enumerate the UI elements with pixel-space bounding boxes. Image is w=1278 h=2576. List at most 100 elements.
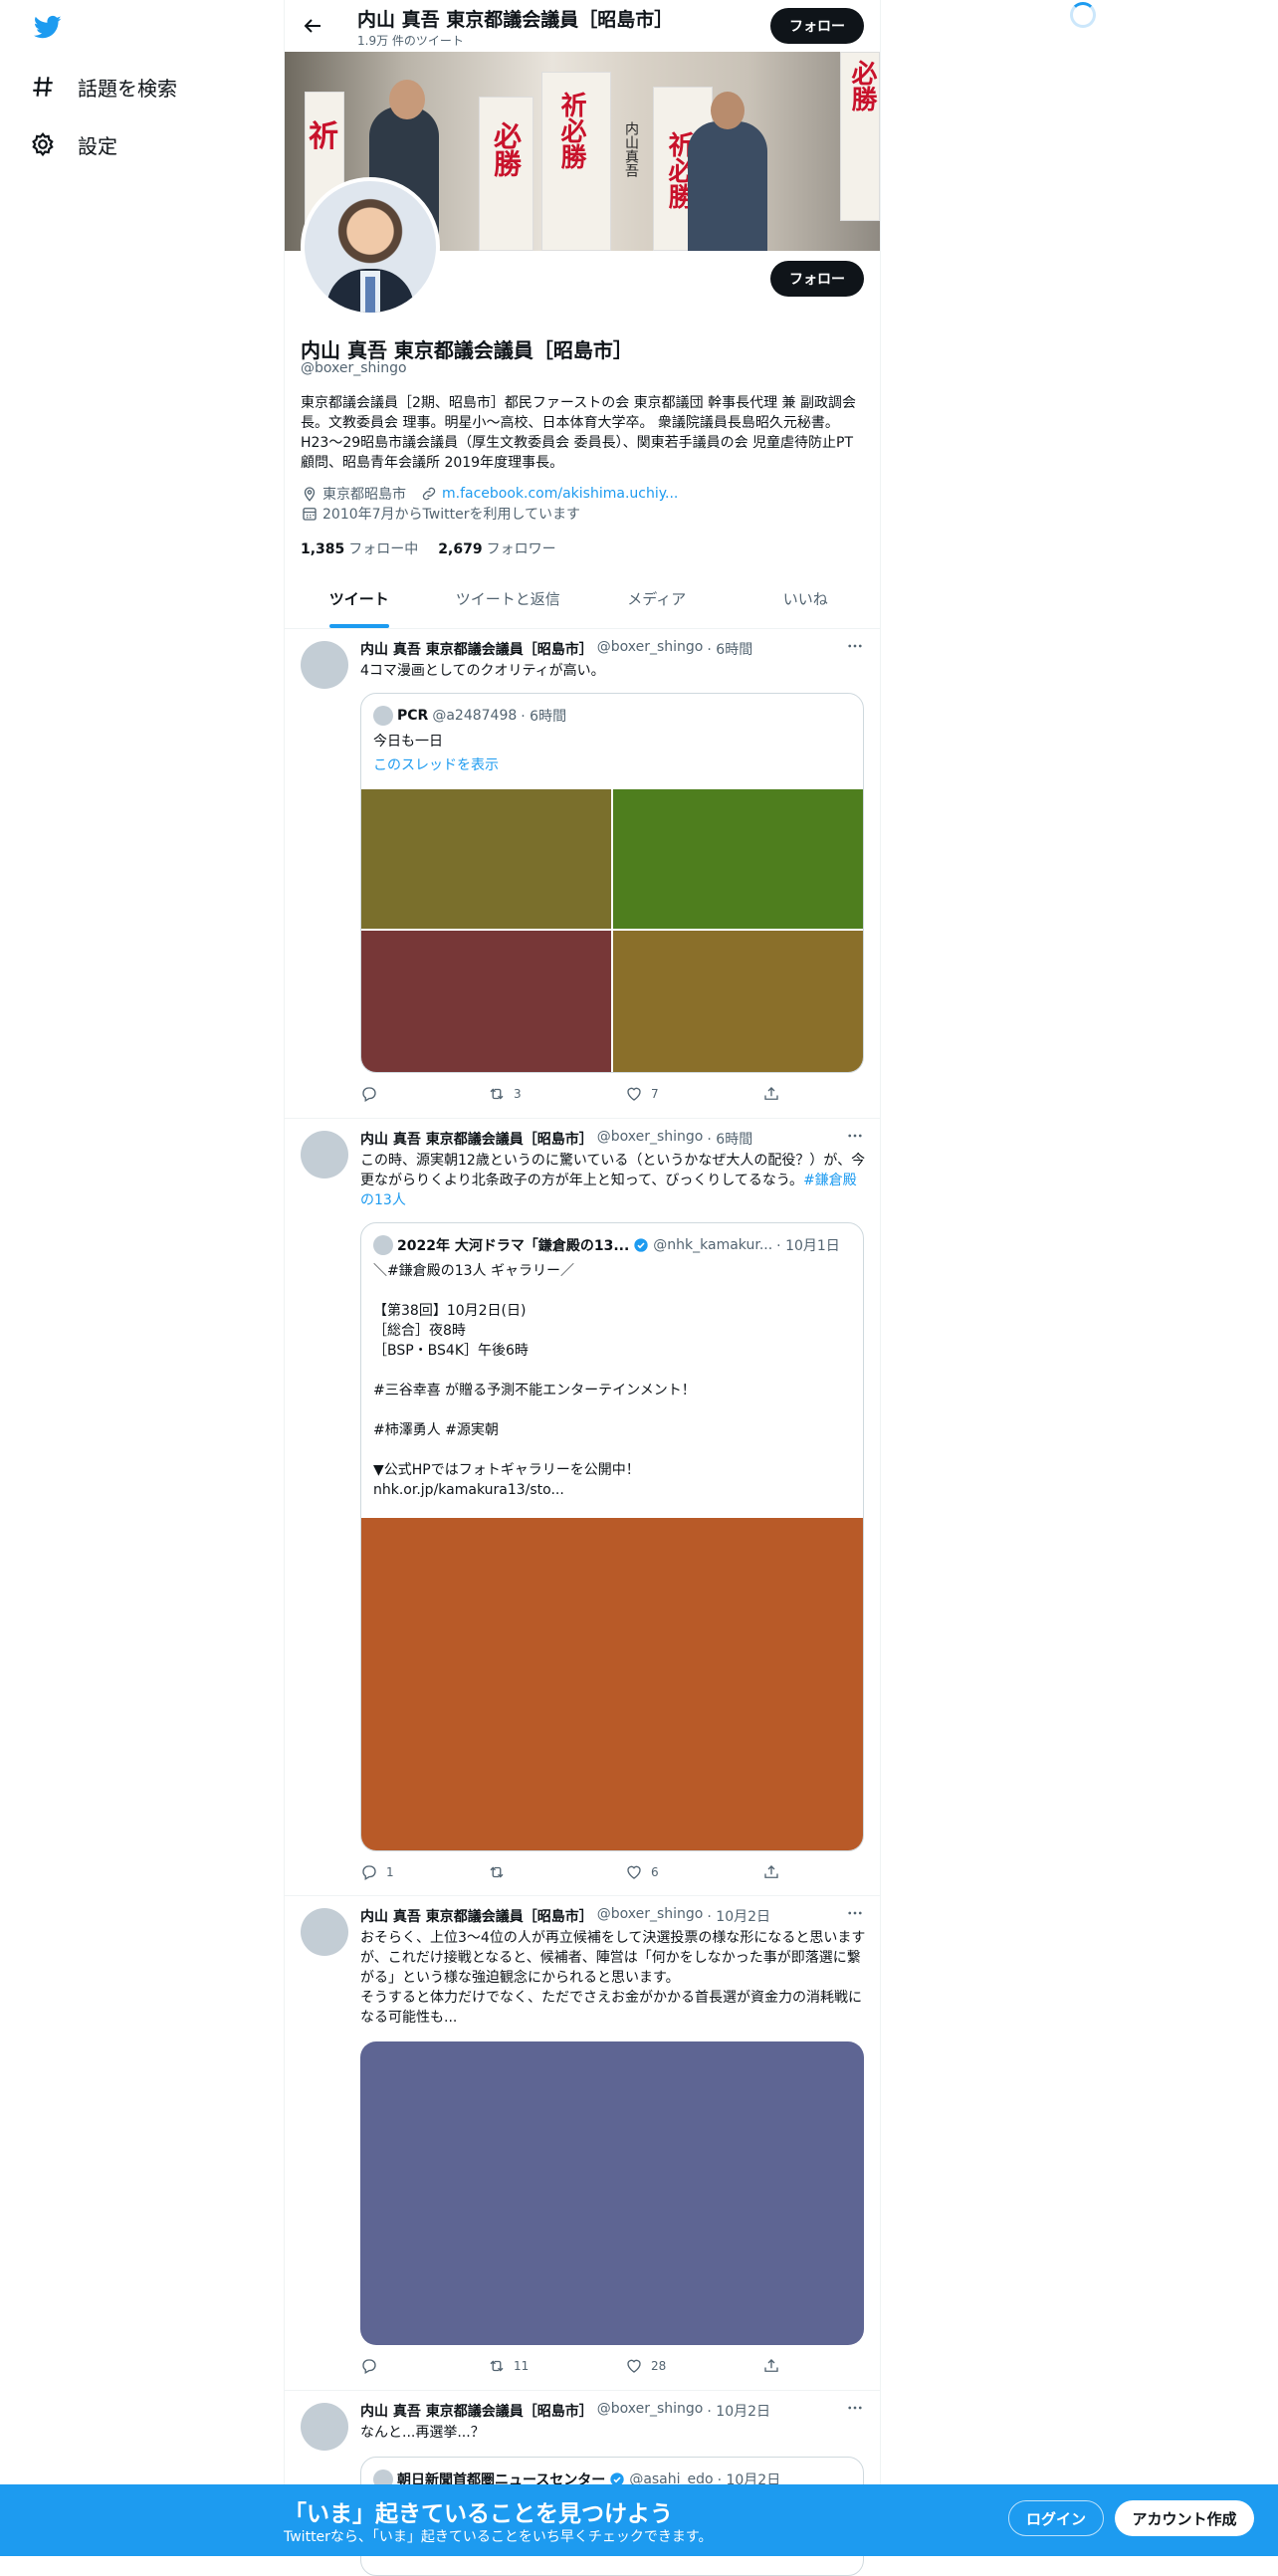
- more-options-icon[interactable]: [846, 1127, 864, 1145]
- tweet-time[interactable]: · 6時間: [707, 639, 752, 659]
- quoted-handle: @a2487498: [432, 708, 518, 724]
- share-icon: [764, 1087, 778, 1100]
- quoted-media-1[interactable]: [361, 789, 611, 929]
- tweet-author-name[interactable]: 内山 真吾 東京都議会議員［昭島市］: [360, 639, 593, 659]
- login-button[interactable]: ログイン: [1008, 2500, 1104, 2536]
- location-pin-icon: [304, 487, 316, 502]
- link-icon: [422, 487, 436, 501]
- retweet-icon: [490, 2360, 504, 2372]
- quoted-media-2[interactable]: [613, 789, 863, 929]
- profile-bio: 東京都議会議員［2期、昭島市］都民ファーストの会 東京都議団 幹事長代理 兼 副…: [301, 395, 857, 471]
- share-button[interactable]: [762, 1863, 780, 1881]
- retweet-icon: [490, 1088, 504, 1100]
- tweet-handle[interactable]: @boxer_shingo: [597, 2401, 704, 2421]
- quoted-author-name: PCR: [397, 708, 429, 724]
- like-button[interactable]: 7: [625, 1085, 659, 1103]
- more-options-icon[interactable]: [846, 2399, 864, 2417]
- tweet-author-name[interactable]: 内山 真吾 東京都議会議員［昭島市］: [360, 2401, 593, 2421]
- tweet[interactable]: 内山 真吾 東京都議会議員［昭島市］ @boxer_shingo · 6時間 4…: [285, 629, 880, 1119]
- retweet-button[interactable]: 11: [488, 2357, 529, 2375]
- tweet-media[interactable]: [360, 2041, 864, 2345]
- more-options-icon[interactable]: [846, 637, 864, 655]
- quoted-media-3[interactable]: [361, 931, 611, 1072]
- tweet-text-body: この時、源実朝12歳というのに驚いている（というかなぜ大人の配役？）が、今更なが…: [360, 1153, 866, 1188]
- followers-label: フォロワー: [486, 541, 556, 557]
- signup-button[interactable]: アカウント作成: [1115, 2500, 1254, 2536]
- like-count: 28: [651, 2359, 667, 2373]
- tab-tweets-and-replies[interactable]: ツイートと返信: [434, 569, 583, 628]
- tab-media[interactable]: メディア: [582, 569, 732, 628]
- profile-meta-row: 東京都昭島市 m.facebook.com/akishima.uchiy...: [301, 484, 678, 504]
- quoted-tweet[interactable]: PCR @a2487498 · 6時間 今日も一日 このスレッドを表示: [360, 693, 864, 1073]
- quoted-handle: @nhk_kamakur...: [653, 1237, 773, 1253]
- tweet-avatar[interactable]: [301, 2403, 348, 2451]
- following-count: 1,385: [301, 541, 345, 557]
- show-thread-link[interactable]: このスレッドを表示: [373, 755, 851, 775]
- header-name: 内山 真吾 東京都議会議員［昭島市］: [357, 9, 674, 31]
- quoted-time: · 6時間: [521, 709, 567, 725]
- more-options-icon[interactable]: [846, 1904, 864, 1922]
- profile-url-link[interactable]: m.facebook.com/akishima.uchiy...: [442, 486, 678, 502]
- profile-tabs: ツイート ツイートと返信 メディア いいね: [285, 569, 880, 629]
- profile-avatar[interactable]: [301, 177, 440, 317]
- tweet-text: この時、源実朝12歳というのに驚いている（というかなぜ大人の配役？）が、今更なが…: [360, 1151, 866, 1210]
- banner-text: 必勝: [490, 121, 523, 177]
- like-count: 7: [651, 1087, 659, 1101]
- tweet-handle[interactable]: @boxer_shingo: [597, 1129, 704, 1149]
- signup-prompt-bar: 「いま」起きていることを見つけよう Twitterなら、「いま」起きていることを…: [0, 2484, 1278, 2556]
- tweet-time[interactable]: · 6時間: [707, 1129, 752, 1149]
- profile-header-bar: 内山 真吾 東京都議会議員［昭島市］ 1.9万 件のツイート フォロー: [285, 0, 880, 52]
- heart-icon: [627, 2359, 641, 2373]
- tweet-text: なんと...再選挙...？: [360, 2425, 485, 2441]
- reply-button[interactable]: [360, 1085, 386, 1103]
- quoted-tweet-header: 2022年 大河ドラマ「鎌倉殿の13... @nhk_kamakur... · …: [373, 1235, 840, 1255]
- share-button[interactable]: [762, 2357, 780, 2375]
- twitter-logo-icon[interactable]: [32, 13, 64, 41]
- followers-stat[interactable]: 2,679 フォロワー: [438, 538, 555, 558]
- retweet-button[interactable]: [488, 1863, 514, 1881]
- like-button[interactable]: 6: [625, 1863, 659, 1881]
- heart-icon: [627, 1865, 641, 1879]
- header-follow-button[interactable]: フォロー: [770, 8, 864, 44]
- reply-button[interactable]: [360, 2357, 386, 2375]
- quoted-media[interactable]: [361, 1518, 863, 1850]
- tweet-handle[interactable]: @boxer_shingo: [597, 1906, 704, 1926]
- share-icon: [764, 1865, 778, 1878]
- quoted-avatar: [373, 706, 393, 726]
- tweet-header: 内山 真吾 東京都議会議員［昭島市］ @boxer_shingo · 6時間: [360, 639, 752, 659]
- share-button[interactable]: [762, 1085, 780, 1103]
- tweet[interactable]: 内山 真吾 東京都議会議員［昭島市］ @boxer_shingo · 6時間 こ…: [285, 1119, 880, 1896]
- tweet[interactable]: 内山 真吾 東京都議会議員［昭島市］ @boxer_shingo · 10月2日…: [285, 1896, 880, 2391]
- tab-likes[interactable]: いいね: [732, 569, 881, 628]
- profile-follow-stats: 1,385 フォロー中 2,679 フォロワー: [301, 538, 556, 558]
- tweet-time[interactable]: · 10月2日: [707, 2401, 770, 2421]
- tweet-actions: 1 6: [360, 1863, 788, 1883]
- following-stat[interactable]: 1,385 フォロー中: [301, 538, 418, 558]
- profile-follow-button[interactable]: フォロー: [770, 261, 864, 297]
- profile-handle: @boxer_shingo: [301, 360, 407, 376]
- tweet-avatar[interactable]: [301, 1908, 348, 1956]
- tweet-handle[interactable]: @boxer_shingo: [597, 639, 704, 659]
- tab-tweets[interactable]: ツイート: [285, 569, 434, 628]
- like-button[interactable]: 28: [625, 2357, 666, 2375]
- retweet-button[interactable]: 3: [488, 1085, 522, 1103]
- quoted-tweet-header: PCR @a2487498 · 6時間: [373, 706, 566, 726]
- reply-button[interactable]: 1: [360, 1863, 394, 1881]
- tweet-text: 4コマ漫画としてのクオリティが高い。: [360, 663, 605, 679]
- quoted-media-4[interactable]: [613, 931, 863, 1072]
- reply-icon: [362, 2359, 376, 2374]
- banner-text: 必勝: [847, 60, 877, 111]
- profile-name: 内山 真吾 東京都議会議員［昭島市］: [301, 338, 633, 362]
- back-arrow-icon[interactable]: [301, 14, 324, 38]
- nav-settings[interactable]: 設定: [30, 124, 117, 164]
- quoted-tweet[interactable]: 2022年 大河ドラマ「鎌倉殿の13... @nhk_kamakur... · …: [360, 1222, 864, 1851]
- tweet-author-name[interactable]: 内山 真吾 東京都議会議員［昭島市］: [360, 1906, 593, 1926]
- tweet-author-name[interactable]: 内山 真吾 東京都議会議員［昭島市］: [360, 1129, 593, 1149]
- nav-explore[interactable]: 話題を検索: [30, 67, 177, 107]
- tweet-time[interactable]: · 10月2日: [707, 1906, 770, 1926]
- banner-text: 内山真吾: [623, 121, 639, 177]
- gear-icon: [32, 131, 54, 157]
- tweet-avatar[interactable]: [301, 1131, 348, 1179]
- tweet-avatar[interactable]: [301, 641, 348, 689]
- reply-icon: [362, 1087, 376, 1102]
